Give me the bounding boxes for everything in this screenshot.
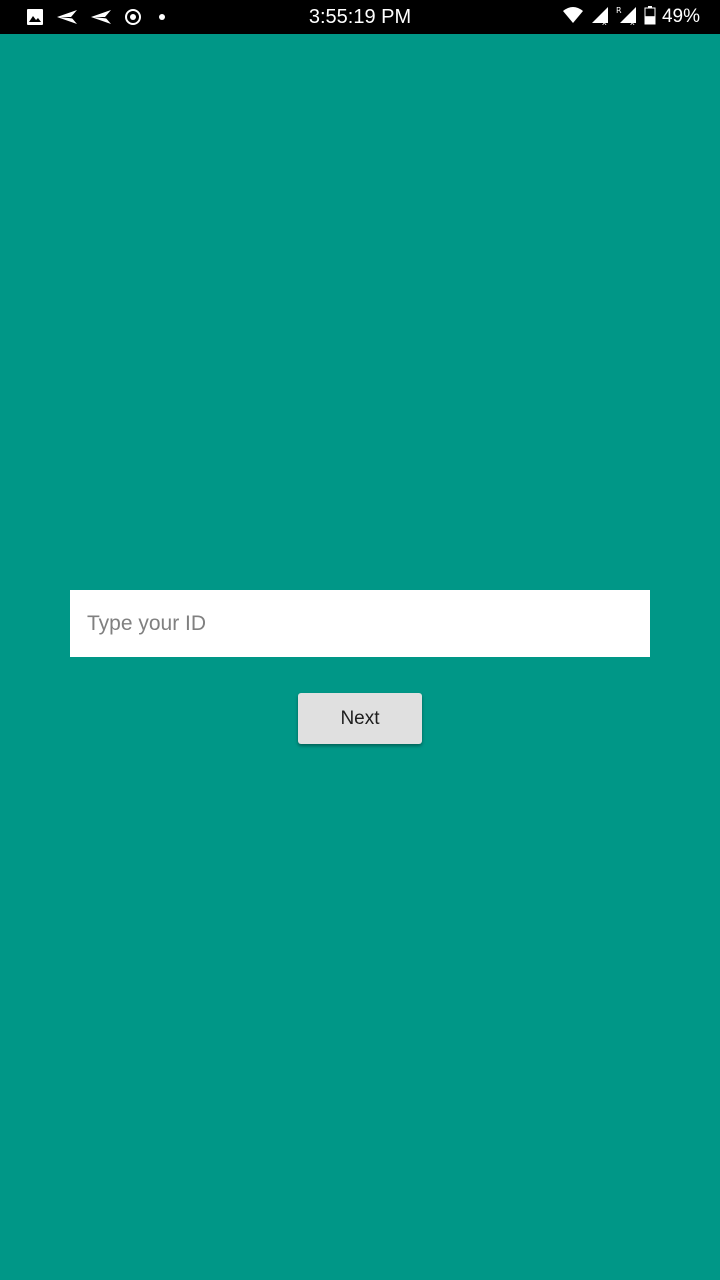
status-bar: 3:55:19 PM x R x 49% — [0, 0, 720, 34]
system-icons: x R x 49% — [556, 5, 700, 30]
battery-percent: 49% — [661, 6, 700, 27]
svg-text:x: x — [602, 18, 607, 25]
battery-icon — [644, 5, 656, 30]
signal-no-data-icon: x — [590, 5, 610, 30]
svg-text:x: x — [630, 18, 635, 25]
svg-text:R: R — [616, 6, 622, 15]
id-input[interactable] — [70, 590, 650, 657]
next-button[interactable]: Next — [298, 693, 422, 744]
signal-roaming-icon: R x — [616, 5, 638, 30]
wifi-icon — [562, 5, 584, 30]
